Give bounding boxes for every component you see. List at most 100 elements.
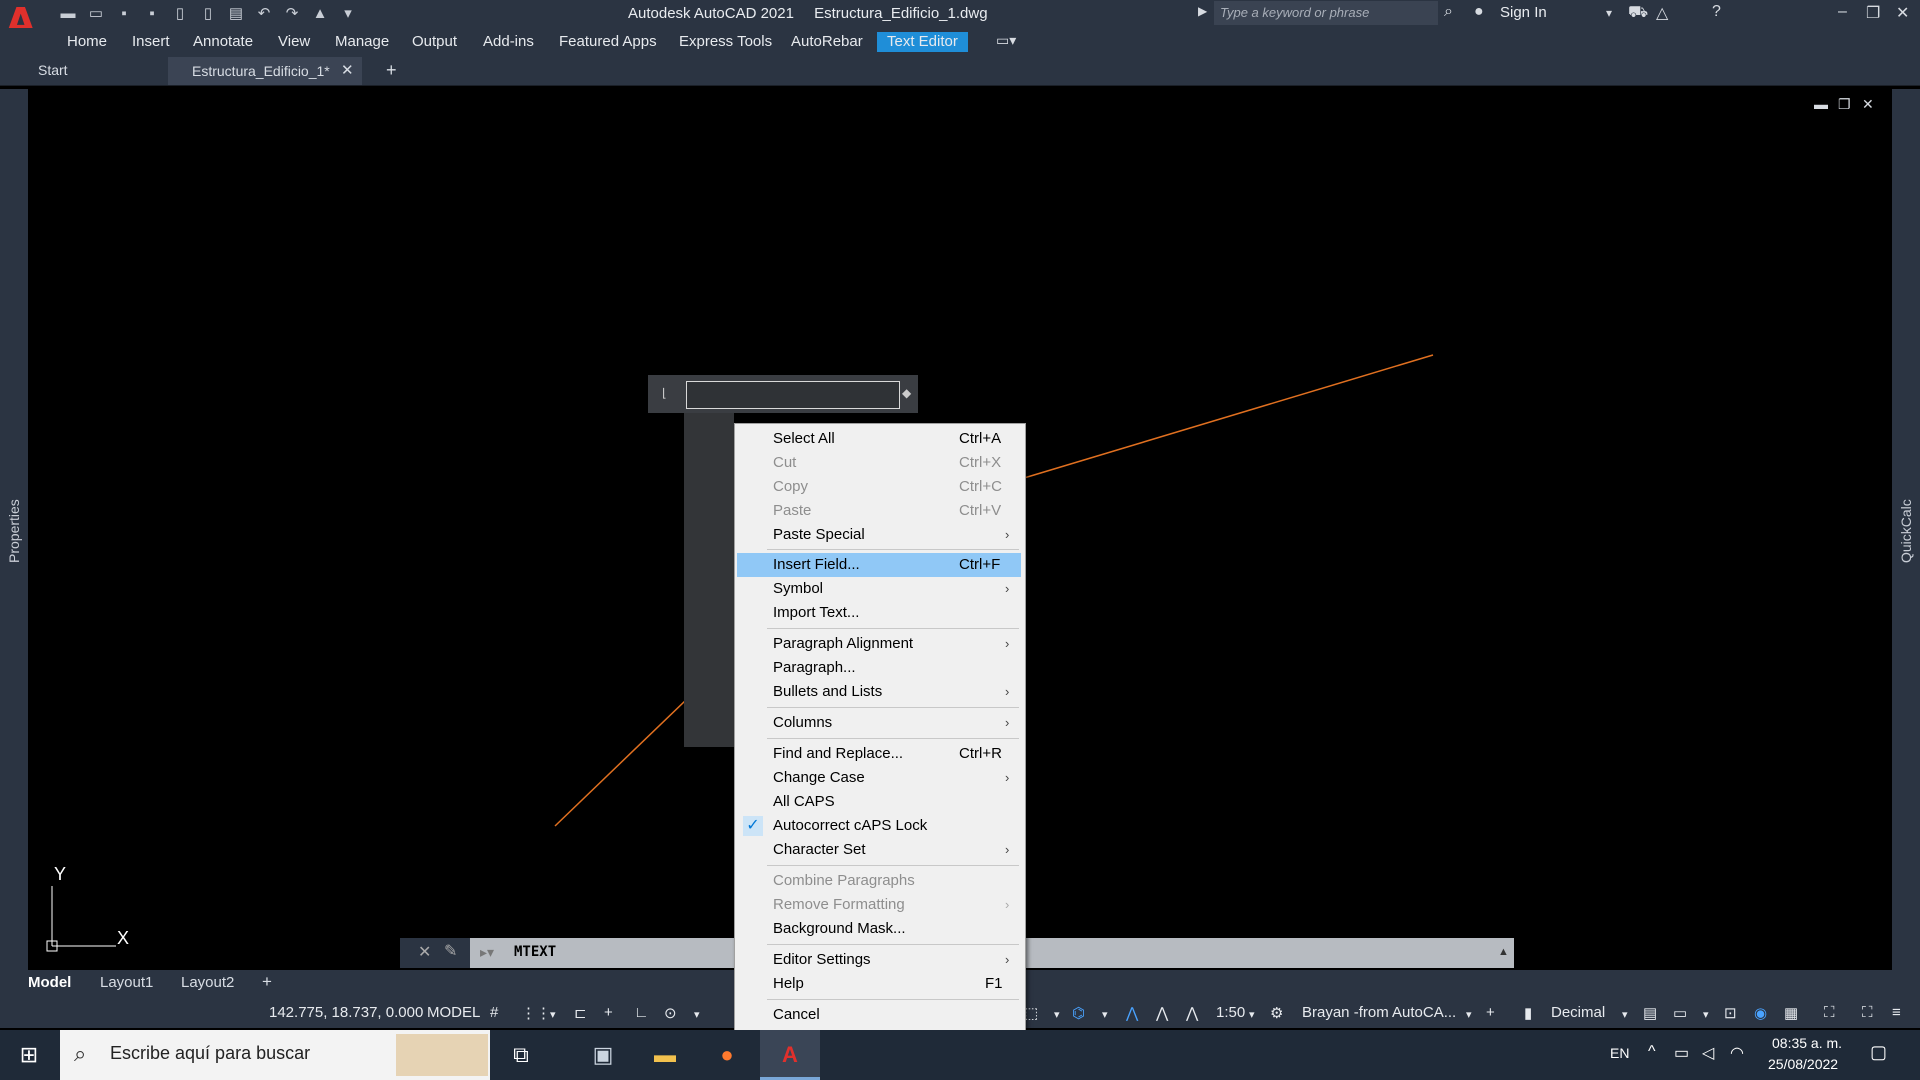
annotation-scale-icon[interactable]: ⋀ bbox=[1186, 1004, 1198, 1022]
annotation-monitor-icon[interactable]: + bbox=[1486, 1004, 1495, 1021]
firefox-icon[interactable]: ● bbox=[712, 1040, 742, 1070]
menu-item-character-set[interactable]: Character Set › bbox=[737, 838, 1021, 862]
workspace-gear-icon[interactable]: ⚙ bbox=[1270, 1004, 1283, 1022]
command-line-handle[interactable] bbox=[400, 938, 470, 968]
menu-item-paste-special[interactable]: Paste Special › bbox=[737, 523, 1021, 547]
clean-screen-icon[interactable]: ⛶ bbox=[1824, 1004, 1835, 1021]
isolate-objects-icon[interactable]: ⊡ bbox=[1724, 1004, 1737, 1022]
menu-item-find-and-replace[interactable]: Find and Replace... Ctrl+R bbox=[737, 742, 1021, 766]
menu-item-all-caps[interactable]: All CAPS bbox=[737, 790, 1021, 814]
tab-layout1[interactable]: Layout1 bbox=[100, 974, 153, 991]
selection-cycling-icon[interactable]: ⬚ bbox=[1024, 1004, 1038, 1022]
3d-osnap-icon[interactable]: ⌬ bbox=[1072, 1004, 1085, 1022]
menu-item-paste: Paste Ctrl+V bbox=[737, 499, 1021, 523]
menu-item-label: Character Set bbox=[773, 841, 866, 858]
clock-time[interactable]: 08:35 a. m. bbox=[1772, 1035, 1842, 1051]
language-indicator[interactable]: EN bbox=[1610, 1045, 1629, 1061]
graphics-performance-icon[interactable]: ▦ bbox=[1784, 1004, 1798, 1022]
menu-item-insert-field[interactable]: Insert Field... Ctrl+F bbox=[737, 553, 1021, 577]
menu-item-import-text[interactable]: Import Text... bbox=[737, 601, 1021, 625]
submenu-arrow-icon: › bbox=[1005, 952, 1010, 967]
battery-icon[interactable]: ▭ bbox=[1674, 1043, 1689, 1063]
clock-date[interactable]: 25/08/2022 bbox=[1768, 1056, 1838, 1072]
workspace-dropdown-icon[interactable]: ▾ bbox=[1466, 1008, 1472, 1021]
command-close-icon[interactable]: ✕ bbox=[418, 942, 431, 962]
mtext-ruler[interactable] bbox=[686, 381, 900, 409]
ortho-icon[interactable]: ∟ bbox=[634, 1004, 649, 1021]
dynamic-input-icon[interactable]: + bbox=[604, 1004, 613, 1021]
file-explorer-icon[interactable]: ▬ bbox=[650, 1040, 680, 1070]
menu-item-label: Import Text... bbox=[773, 604, 860, 621]
tab-model[interactable]: Model bbox=[28, 974, 71, 991]
checkmark-icon: ✓ bbox=[743, 816, 763, 836]
mtext-edit-area[interactable] bbox=[684, 413, 734, 747]
hardware-acceleration-icon[interactable]: ◉ bbox=[1754, 1004, 1767, 1022]
polar-tracking-icon[interactable]: ⊙ bbox=[664, 1004, 677, 1022]
search-highlight-image bbox=[396, 1034, 488, 1076]
menu-item-change-case[interactable]: Change Case › bbox=[737, 766, 1021, 790]
coordinates-readout[interactable]: 142.775, 18.737, 0.000 bbox=[269, 1004, 423, 1021]
polar-dropdown-icon[interactable]: ▾ bbox=[694, 1008, 700, 1021]
fullscreen-icon[interactable]: ⛶ bbox=[1862, 1004, 1873, 1021]
recent-commands-icon[interactable]: ▸▾ bbox=[480, 944, 494, 961]
viewport-minimize-icon[interactable]: ▬ bbox=[1814, 96, 1828, 112]
snap-dropdown-icon[interactable]: ▾ bbox=[550, 1008, 556, 1021]
viewport-restore-icon[interactable]: ❐ bbox=[1838, 96, 1851, 113]
menu-item-label: Find and Replace... bbox=[773, 745, 904, 762]
viewport-close-icon[interactable]: ✕ bbox=[1862, 96, 1874, 113]
quick-properties-icon[interactable]: ▤ bbox=[1643, 1004, 1657, 1022]
units-dropdown-icon[interactable]: ▾ bbox=[1622, 1008, 1628, 1021]
menu-item-paragraph[interactable]: Paragraph... bbox=[737, 656, 1021, 680]
infer-constraints-icon[interactable]: ⊏ bbox=[574, 1004, 587, 1022]
lock-ui-dropdown-icon[interactable]: ▾ bbox=[1703, 1008, 1709, 1021]
annotation-scale-value[interactable]: 1:50 bbox=[1216, 1004, 1245, 1021]
command-history-toggle-icon[interactable]: ▲ bbox=[1498, 946, 1509, 958]
menu-item-background-mask[interactable]: Background Mask... bbox=[737, 917, 1021, 941]
app-icon[interactable]: ▣ bbox=[588, 1040, 618, 1070]
show-hidden-icons-icon[interactable]: ^ bbox=[1648, 1043, 1656, 1061]
menu-item-editor-settings[interactable]: Editor Settings › bbox=[737, 948, 1021, 972]
menu-item-autocorrect-caps-lock[interactable]: ✓ Autocorrect cAPS Lock bbox=[737, 814, 1021, 838]
menu-item-label: Copy bbox=[773, 478, 809, 495]
menu-item-copy: Copy Ctrl+C bbox=[737, 475, 1021, 499]
snap-icon[interactable]: ⋮⋮ bbox=[521, 1004, 551, 1022]
menu-item-label: Combine Paragraphs bbox=[773, 872, 915, 889]
wifi-icon[interactable]: ◠ bbox=[1730, 1043, 1744, 1063]
selection-dropdown-icon[interactable]: ▾ bbox=[1054, 1008, 1060, 1021]
menu-item-columns[interactable]: Columns › bbox=[737, 711, 1021, 735]
customization-menu-icon[interactable]: ≡ bbox=[1892, 1004, 1901, 1021]
submenu-arrow-icon: › bbox=[1005, 897, 1010, 912]
menu-item-symbol[interactable]: Symbol › bbox=[737, 577, 1021, 601]
tab-layout2[interactable]: Layout2 bbox=[181, 974, 234, 991]
menu-item-remove-formatting: Remove Formatting › bbox=[737, 893, 1021, 917]
workspace-name[interactable]: Brayan -from AutoCA... bbox=[1302, 1004, 1456, 1021]
menu-item-help[interactable]: Help F1 bbox=[737, 972, 1021, 996]
menu-item-select-all[interactable]: Select All Ctrl+A bbox=[737, 427, 1021, 451]
menu-item-shortcut: Ctrl+X bbox=[959, 454, 1002, 471]
menu-item-paragraph-alignment[interactable]: Paragraph Alignment › bbox=[737, 632, 1021, 656]
grid-icon[interactable]: # bbox=[490, 1004, 498, 1021]
menu-item-bullets-and-lists[interactable]: Bullets and Lists › bbox=[737, 680, 1021, 704]
units-icon[interactable]: ▮ bbox=[1524, 1004, 1532, 1022]
menu-separator bbox=[767, 999, 1019, 1000]
task-view-icon[interactable]: ⧉ bbox=[506, 1040, 536, 1070]
menu-item-label: Cancel bbox=[773, 1006, 820, 1023]
menu-item-label: Autocorrect cAPS Lock bbox=[773, 817, 928, 834]
volume-icon[interactable]: ◁ bbox=[1702, 1043, 1714, 1063]
model-space-button[interactable]: MODEL bbox=[427, 1004, 480, 1021]
mtext-width-handle-icon[interactable]: ◆ bbox=[902, 386, 911, 400]
lock-ui-icon[interactable]: ▭ bbox=[1673, 1004, 1687, 1022]
notifications-icon[interactable]: ▢ bbox=[1870, 1042, 1887, 1063]
windows-start-icon[interactable]: ⊞ bbox=[14, 1040, 44, 1070]
annotation-visibility-icon[interactable]: ⋀ bbox=[1126, 1004, 1138, 1022]
menu-item-cancel[interactable]: Cancel bbox=[737, 1003, 1021, 1027]
menu-separator bbox=[767, 707, 1019, 708]
add-layout-icon[interactable]: + bbox=[262, 972, 272, 992]
tab-stop-icon[interactable]: ⌊ bbox=[662, 386, 667, 400]
scale-dropdown-icon[interactable]: ▾ bbox=[1249, 1008, 1255, 1021]
command-customize-icon[interactable]: ✎ bbox=[444, 941, 457, 961]
menu-item-label: Columns bbox=[773, 714, 833, 731]
auto-scale-icon[interactable]: ⋀ bbox=[1156, 1004, 1168, 1022]
3d-osnap-dropdown-icon[interactable]: ▾ bbox=[1102, 1008, 1108, 1021]
units-value[interactable]: Decimal bbox=[1551, 1004, 1605, 1021]
